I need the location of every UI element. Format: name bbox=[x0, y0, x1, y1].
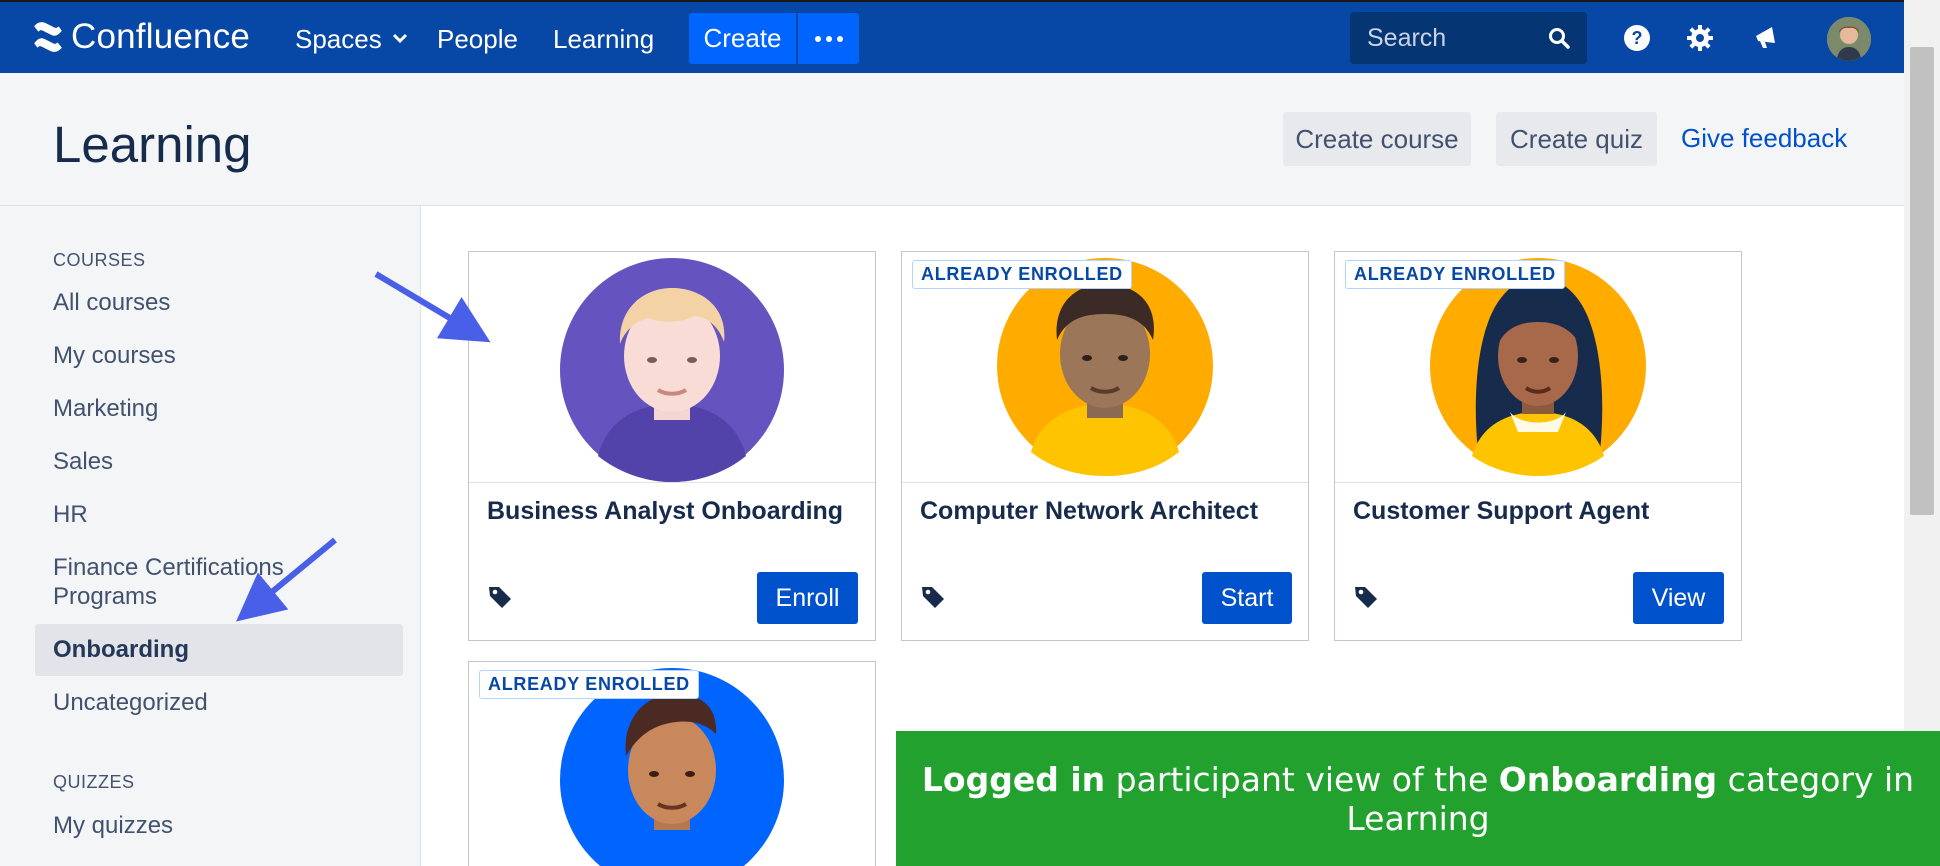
user-avatar[interactable] bbox=[1827, 17, 1871, 61]
notifications-megaphone-icon[interactable] bbox=[1752, 23, 1782, 53]
quizzes-section-heading: QUIZZES bbox=[53, 772, 135, 792]
sidebar-item-uncategorized[interactable]: Uncategorized bbox=[35, 688, 403, 717]
nav-spaces[interactable]: Spaces bbox=[295, 22, 408, 56]
course-card-network-architect[interactable]: ALREADY ENROLLED Computer Network Archit… bbox=[901, 251, 1309, 641]
dot-icon bbox=[825, 35, 832, 42]
give-feedback-link[interactable]: Give feedback bbox=[1681, 123, 1847, 154]
nav-people[interactable]: People bbox=[437, 22, 518, 56]
sidebar-item-my-quizzes[interactable]: My quizzes bbox=[35, 811, 403, 840]
view-button[interactable]: View bbox=[1633, 572, 1724, 624]
course-title[interactable]: Business Analyst Onboarding bbox=[487, 497, 843, 526]
course-image: ALREADY ENROLLED bbox=[902, 252, 1308, 483]
enrolled-badge: ALREADY ENROLLED bbox=[912, 260, 1132, 289]
enrolled-badge: ALREADY ENROLLED bbox=[479, 670, 699, 699]
course-image: ALREADY ENROLLED bbox=[469, 662, 875, 866]
course-title[interactable]: Customer Support Agent bbox=[1353, 497, 1649, 526]
nav-spaces-label: Spaces bbox=[295, 24, 382, 54]
tag-icon[interactable] bbox=[487, 584, 513, 615]
logo-text: Confluence bbox=[71, 17, 251, 56]
search-input[interactable] bbox=[1367, 23, 1537, 53]
help-icon[interactable]: ? bbox=[1622, 23, 1652, 53]
caption-text-1: participant view of the bbox=[1105, 759, 1499, 799]
app-root: Confluence Spaces People Learning Create… bbox=[0, 0, 1940, 866]
course-avatar-illustration bbox=[997, 258, 1213, 476]
dot-icon bbox=[836, 35, 843, 42]
nav-learning[interactable]: Learning bbox=[553, 22, 654, 56]
sidebar-item-onboarding[interactable]: Onboarding bbox=[35, 624, 403, 676]
sidebar-item-hr[interactable]: HR bbox=[35, 500, 403, 529]
course-image bbox=[469, 252, 875, 483]
page-title: Learning bbox=[53, 116, 252, 173]
course-title[interactable]: Computer Network Architect bbox=[920, 497, 1258, 526]
search-icon bbox=[1549, 28, 1570, 49]
enroll-button[interactable]: Enroll bbox=[757, 572, 858, 624]
search-box[interactable] bbox=[1350, 12, 1587, 64]
course-avatar-illustration bbox=[1430, 258, 1646, 476]
svg-text:?: ? bbox=[1632, 28, 1643, 48]
scrollbar-thumb[interactable] bbox=[1910, 47, 1934, 515]
page-header: Learning Create course Create quiz Give … bbox=[0, 73, 1904, 206]
sidebar-item-marketing[interactable]: Marketing bbox=[35, 394, 403, 423]
sidebar-item-my-courses[interactable]: My courses bbox=[35, 341, 403, 370]
caption-bold-1: Logged in bbox=[921, 759, 1106, 799]
courses-section-heading: COURSES bbox=[53, 250, 146, 270]
course-card-support-agent[interactable]: ALREADY ENROLLED Customer Support Agent … bbox=[1334, 251, 1742, 641]
confluence-logo-icon bbox=[34, 22, 62, 52]
confluence-logo[interactable]: Confluence bbox=[31, 17, 250, 57]
tag-icon[interactable] bbox=[1353, 584, 1379, 615]
more-actions-button[interactable] bbox=[798, 13, 859, 64]
gear-icon[interactable] bbox=[1685, 23, 1715, 53]
course-card-fourth[interactable]: ALREADY ENROLLED bbox=[468, 661, 876, 866]
course-avatar-illustration bbox=[560, 258, 784, 482]
top-navigation-bar: Confluence Spaces People Learning Create… bbox=[0, 0, 1904, 73]
chevron-down-icon bbox=[392, 33, 407, 44]
caption-banner: Logged in participant view of the Onboar… bbox=[896, 731, 1940, 866]
sidebar-item-sales[interactable]: Sales bbox=[35, 447, 403, 476]
tag-icon[interactable] bbox=[920, 584, 946, 615]
enrolled-badge: ALREADY ENROLLED bbox=[1345, 260, 1565, 289]
sidebar: COURSES All courses My courses Marketing… bbox=[0, 206, 421, 866]
course-card-business-analyst[interactable]: Business Analyst Onboarding Enroll bbox=[468, 251, 876, 641]
create-course-button[interactable]: Create course bbox=[1283, 112, 1471, 166]
create-quiz-button[interactable]: Create quiz bbox=[1496, 112, 1657, 166]
course-image: ALREADY ENROLLED bbox=[1335, 252, 1741, 483]
start-button[interactable]: Start bbox=[1202, 572, 1292, 624]
caption-text: Logged in participant view of the Onboar… bbox=[916, 760, 1920, 838]
sidebar-item-all-courses[interactable]: All courses bbox=[35, 288, 403, 317]
dot-icon bbox=[814, 35, 821, 42]
create-button[interactable]: Create bbox=[689, 13, 796, 64]
caption-bold-2: Onboarding bbox=[1498, 759, 1718, 799]
sidebar-item-finance-certifications[interactable]: Finance Certifications Programs bbox=[35, 553, 335, 611]
